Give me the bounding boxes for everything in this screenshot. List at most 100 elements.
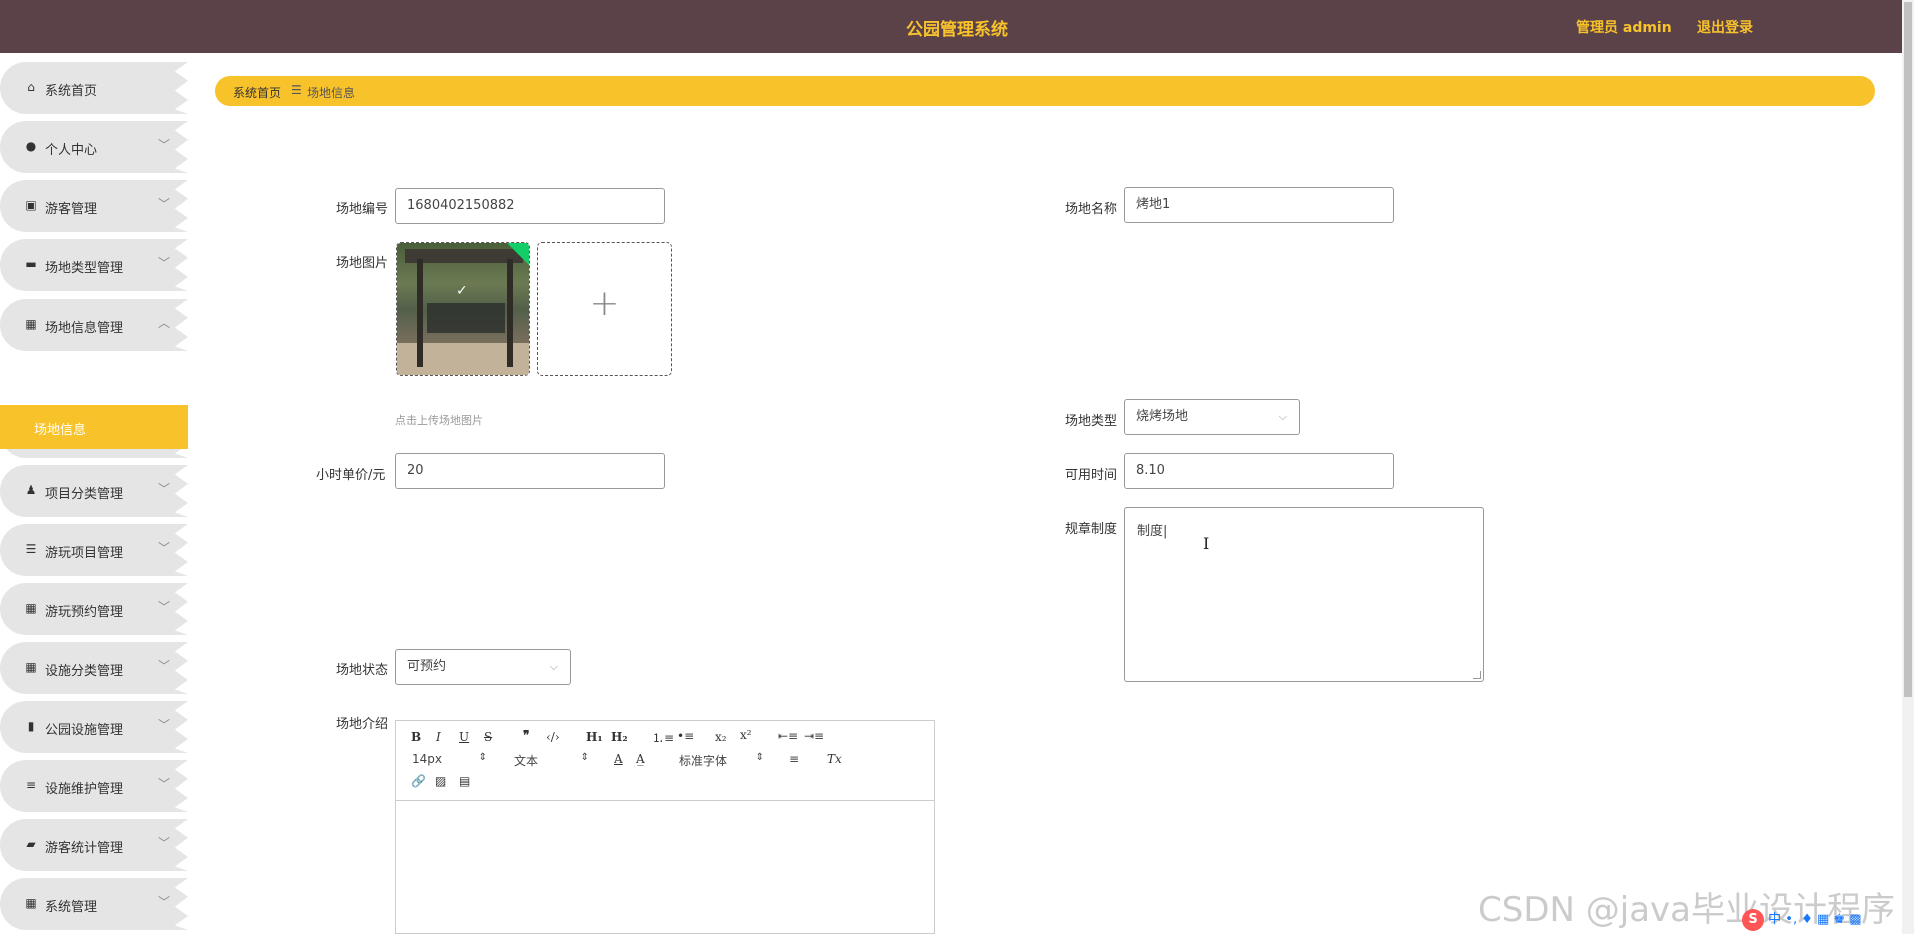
updown-icon: ⇕ bbox=[580, 752, 589, 763]
chevron-up-icon: ︿ bbox=[158, 316, 171, 330]
sidebar-item[interactable]: ▰ 游客统计管理 ﹀ bbox=[0, 819, 188, 871]
blockquote-icon[interactable]: ❞ bbox=[523, 728, 529, 742]
chevron-down-icon: ﹀ bbox=[158, 895, 171, 909]
strikethrough-icon[interactable]: S bbox=[484, 730, 492, 744]
video-icon[interactable]: ▤ bbox=[459, 774, 470, 788]
chevron-down-icon: ﹀ bbox=[158, 138, 171, 152]
superscript-icon[interactable]: x² bbox=[740, 728, 752, 742]
sidebar-subitem-venue-info[interactable]: 场地信息 bbox=[0, 405, 188, 449]
chevron-down-icon: ﹀ bbox=[158, 197, 171, 211]
sidebar-item[interactable]: ☰ 游玩项目管理 ﹀ bbox=[0, 524, 188, 576]
grid-icon: ▦ bbox=[25, 660, 37, 674]
clipboard-icon: ▣ bbox=[25, 198, 37, 212]
background-color-icon[interactable]: A̲ bbox=[636, 752, 645, 766]
chevron-down-icon: ﹀ bbox=[158, 659, 171, 673]
venue-type-value: 烧烤场地 bbox=[1136, 409, 1189, 424]
sidebar-item[interactable]: ♟ 项目分类管理 ﹀ bbox=[0, 465, 188, 517]
sidebar-item-label: 设施分类管理 bbox=[45, 664, 124, 679]
indent-icon[interactable]: ⇥≡ bbox=[804, 729, 824, 743]
sidebar-item-label: 项目分类管理 bbox=[45, 487, 124, 502]
sliders-icon: ≡ bbox=[25, 778, 37, 792]
font-family-select[interactable]: 标准字体 ⇕ bbox=[679, 752, 764, 769]
logout-link[interactable]: 退出登录 bbox=[1697, 17, 1753, 37]
ordered-list-icon[interactable]: ⒈≡ bbox=[652, 729, 674, 746]
updown-icon: ⇕ bbox=[478, 752, 487, 763]
link-icon[interactable]: 🔗 bbox=[411, 774, 426, 788]
sidebar-item[interactable]: ▬ 场地类型管理 ﹀ bbox=[0, 239, 188, 291]
subscript-icon[interactable]: x₂ bbox=[715, 730, 727, 744]
ime-toolbar[interactable]: S 中 •, ♦ ▦ ♚ ▩ bbox=[1742, 908, 1861, 932]
bold-icon[interactable]: B bbox=[411, 730, 421, 744]
scrollbar-thumb[interactable] bbox=[1904, 2, 1912, 697]
code-block-icon[interactable]: ‹/› bbox=[546, 730, 560, 744]
available-time-input[interactable]: 8.10 bbox=[1124, 453, 1394, 489]
italic-icon[interactable]: I bbox=[436, 730, 441, 744]
sidebar-item[interactable]: ▣ 游客管理 ﹀ bbox=[0, 180, 188, 232]
text-type-select[interactable]: 文本 ⇕ bbox=[514, 752, 589, 769]
hourly-price-input[interactable]: 20 bbox=[395, 453, 665, 489]
text-cursor-icon: I bbox=[1203, 534, 1210, 553]
venue-image-label: 场地图片 bbox=[336, 256, 389, 271]
hourly-price-label: 小时单价/元 bbox=[316, 468, 386, 483]
venue-image-thumbnail[interactable]: ✓ bbox=[396, 242, 530, 376]
venue-code-input[interactable]: 1680402150882 bbox=[395, 188, 665, 224]
font-color-icon[interactable]: A bbox=[614, 752, 623, 766]
editor-content-area[interactable] bbox=[396, 801, 934, 933]
grid-icon: ▦ bbox=[25, 601, 37, 615]
align-icon[interactable]: ≡ bbox=[789, 752, 799, 766]
upload-image-button[interactable]: + bbox=[537, 242, 672, 376]
clear-format-icon[interactable]: Tx bbox=[827, 752, 842, 766]
sidebar-item-label: 系统首页 bbox=[45, 84, 98, 99]
ime-logo-icon: S bbox=[1742, 909, 1764, 931]
ime-status: 中 •, ♦ ▦ ♚ ▩ bbox=[1768, 912, 1862, 927]
breadcrumb: 系统首页 ☰ 场地信息 bbox=[215, 76, 1875, 106]
sidebar-item[interactable]: ⌂ 系统首页 bbox=[0, 62, 188, 114]
venue-code-label: 场地编号 bbox=[336, 202, 389, 217]
sidebar-subitem-label: 场地信息 bbox=[34, 423, 87, 438]
bullet-list-icon[interactable]: •≡ bbox=[677, 729, 694, 743]
resize-handle[interactable] bbox=[1473, 671, 1481, 679]
sidebar-item[interactable]: ▮ 公园设施管理 ﹀ bbox=[0, 701, 188, 753]
image-icon[interactable]: ▨ bbox=[435, 774, 446, 788]
top-header: 公园管理系统 管理员 admin 退出登录 bbox=[0, 0, 1914, 53]
page-scrollbar[interactable] bbox=[1902, 0, 1914, 934]
chevron-down-icon: ﹀ bbox=[158, 600, 171, 614]
sidebar-item-label: 个人中心 bbox=[45, 143, 98, 158]
sidebar-item-label: 设施维护管理 bbox=[45, 782, 124, 797]
sidebar-item[interactable]: ▦ 场地信息管理 ︿ bbox=[0, 299, 188, 351]
sidebar-item[interactable]: ▦ 设施分类管理 ﹀ bbox=[0, 642, 188, 694]
rich-text-editor: B I U S ❞ ‹/› H₁ H₂ ⒈≡ •≡ x₂ x² ⇤≡ ⇥≡ 14… bbox=[395, 720, 935, 934]
upload-tip: 点击上传场地图片 bbox=[395, 414, 483, 427]
plus-icon: + bbox=[589, 283, 620, 324]
chevron-down-icon: ⌵ bbox=[549, 660, 558, 673]
home-icon: ⌂ bbox=[27, 80, 35, 94]
heading1-icon[interactable]: H₁ bbox=[586, 730, 603, 744]
venue-status-select[interactable]: 可预约 ⌵ bbox=[395, 649, 571, 685]
chevron-down-icon: ﹀ bbox=[158, 541, 171, 555]
underline-icon[interactable]: U bbox=[459, 730, 469, 744]
rules-textarea[interactable]: 制度| bbox=[1124, 507, 1484, 682]
breadcrumb-home[interactable]: 系统首页 bbox=[233, 84, 281, 101]
uploaded-success-badge bbox=[507, 243, 529, 265]
sidebar: ⌂系统首页●个人中心﹀▣游客管理﹀▬场地类型管理﹀▦场地信息管理︿▦场地预约管理… bbox=[0, 53, 190, 934]
chevron-down-icon: ﹀ bbox=[158, 256, 171, 270]
sidebar-item-label: 系统管理 bbox=[45, 900, 98, 915]
venue-type-select[interactable]: 烧烤场地 ⌵ bbox=[1124, 399, 1300, 435]
user-icon: ● bbox=[25, 139, 37, 153]
sidebar-item-label: 游客统计管理 bbox=[45, 841, 124, 856]
sidebar-item-label: 游玩项目管理 bbox=[45, 546, 124, 561]
editor-toolbar: B I U S ❞ ‹/› H₁ H₂ ⒈≡ •≡ x₂ x² ⇤≡ ⇥≡ 14… bbox=[396, 721, 934, 801]
font-size-select[interactable]: 14px ⇕ bbox=[412, 752, 487, 766]
heading2-icon[interactable]: H₂ bbox=[611, 730, 628, 744]
venue-type-label: 场地类型 bbox=[1065, 414, 1118, 429]
breadcrumb-current: 场地信息 bbox=[307, 86, 356, 100]
sidebar-item[interactable]: ▦ 系统管理 ﹀ bbox=[0, 878, 188, 930]
rules-label: 规章制度 bbox=[1065, 522, 1118, 537]
sidebar-item[interactable]: ≡ 设施维护管理 ﹀ bbox=[0, 760, 188, 812]
venue-name-input[interactable]: 烤地1 bbox=[1124, 187, 1394, 223]
sidebar-item[interactable]: ▦ 游玩预约管理 ﹀ bbox=[0, 583, 188, 635]
admin-label: 管理员 admin bbox=[1576, 20, 1672, 36]
sidebar-item-label: 场地信息管理 bbox=[45, 321, 124, 336]
outdent-icon[interactable]: ⇤≡ bbox=[778, 729, 798, 743]
sidebar-item[interactable]: ● 个人中心 ﹀ bbox=[0, 121, 188, 173]
